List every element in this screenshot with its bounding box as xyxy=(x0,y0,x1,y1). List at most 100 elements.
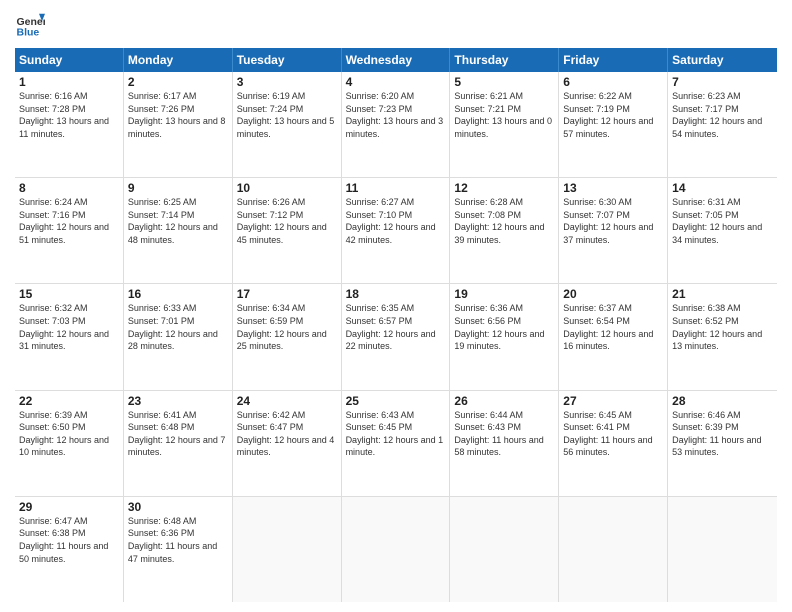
day-cell-14: 14 Sunrise: 6:31 AMSunset: 7:05 PMDayligh… xyxy=(668,178,777,283)
page: General Blue SundayMondayTuesdayWednesda… xyxy=(0,0,792,612)
day-cell-empty xyxy=(233,497,342,602)
cell-info: Sunrise: 6:41 AMSunset: 6:48 PMDaylight:… xyxy=(128,410,226,458)
day-cell-10: 10 Sunrise: 6:26 AMSunset: 7:12 PMDayligh… xyxy=(233,178,342,283)
day-number: 30 xyxy=(128,500,228,514)
day-cell-empty xyxy=(668,497,777,602)
cell-info: Sunrise: 6:39 AMSunset: 6:50 PMDaylight:… xyxy=(19,410,109,458)
day-cell-11: 11 Sunrise: 6:27 AMSunset: 7:10 PMDayligh… xyxy=(342,178,451,283)
cell-info: Sunrise: 6:35 AMSunset: 6:57 PMDaylight:… xyxy=(346,303,436,351)
cell-info: Sunrise: 6:42 AMSunset: 6:47 PMDaylight:… xyxy=(237,410,335,458)
day-number: 7 xyxy=(672,75,773,89)
cell-info: Sunrise: 6:19 AMSunset: 7:24 PMDaylight:… xyxy=(237,91,335,139)
day-number: 12 xyxy=(454,181,554,195)
calendar-row-4: 29Sunrise: 6:47 AMSunset: 6:38 PMDayligh… xyxy=(15,497,777,602)
day-number: 17 xyxy=(237,287,337,301)
day-cell-12: 12 Sunrise: 6:28 AMSunset: 7:08 PMDayligh… xyxy=(450,178,559,283)
day-number: 9 xyxy=(128,181,228,195)
cell-info: Sunrise: 6:30 AMSunset: 7:07 PMDaylight:… xyxy=(563,197,653,245)
cell-info: Sunrise: 6:16 AMSunset: 7:28 PMDaylight:… xyxy=(19,91,109,139)
day-number: 22 xyxy=(19,394,119,408)
day-cell-17: 17 Sunrise: 6:34 AMSunset: 6:59 PMDayligh… xyxy=(233,284,342,389)
cell-info: Sunrise: 6:47 AMSunset: 6:38 PMDaylight:… xyxy=(19,516,108,564)
cell-info: Sunrise: 6:22 AMSunset: 7:19 PMDaylight:… xyxy=(563,91,653,139)
cell-info: Sunrise: 6:28 AMSunset: 7:08 PMDaylight:… xyxy=(454,197,544,245)
cell-info: Sunrise: 6:20 AMSunset: 7:23 PMDaylight:… xyxy=(346,91,444,139)
calendar: SundayMondayTuesdayWednesdayThursdayFrid… xyxy=(15,48,777,602)
calendar-row-2: 15Sunrise: 6:32 AMSunset: 7:03 PMDayligh… xyxy=(15,284,777,390)
day-header-thursday: Thursday xyxy=(450,48,559,72)
day-header-tuesday: Tuesday xyxy=(233,48,342,72)
svg-text:Blue: Blue xyxy=(17,27,40,39)
day-number: 14 xyxy=(672,181,773,195)
day-number: 6 xyxy=(563,75,663,89)
cell-info: Sunrise: 6:24 AMSunset: 7:16 PMDaylight:… xyxy=(19,197,109,245)
day-header-saturday: Saturday xyxy=(668,48,777,72)
day-number: 10 xyxy=(237,181,337,195)
cell-info: Sunrise: 6:26 AMSunset: 7:12 PMDaylight:… xyxy=(237,197,327,245)
day-cell-empty xyxy=(450,497,559,602)
day-cell-empty xyxy=(559,497,668,602)
day-number: 18 xyxy=(346,287,446,301)
day-header-wednesday: Wednesday xyxy=(342,48,451,72)
day-cell-2: 2Sunrise: 6:17 AMSunset: 7:26 PMDaylight… xyxy=(124,72,233,177)
cell-info: Sunrise: 6:44 AMSunset: 6:43 PMDaylight:… xyxy=(454,410,543,458)
day-number: 4 xyxy=(346,75,446,89)
day-number: 11 xyxy=(346,181,446,195)
cell-info: Sunrise: 6:36 AMSunset: 6:56 PMDaylight:… xyxy=(454,303,544,351)
day-number: 19 xyxy=(454,287,554,301)
cell-info: Sunrise: 6:37 AMSunset: 6:54 PMDaylight:… xyxy=(563,303,653,351)
day-cell-24: 24 Sunrise: 6:42 AMSunset: 6:47 PMDayligh… xyxy=(233,391,342,496)
day-header-monday: Monday xyxy=(124,48,233,72)
day-header-friday: Friday xyxy=(559,48,668,72)
day-cell-22: 22 Sunrise: 6:39 AMSunset: 6:50 PMDayligh… xyxy=(15,391,124,496)
day-number: 1 xyxy=(19,75,119,89)
calendar-row-0: 1 Sunrise: 6:16 AMSunset: 7:28 PMDaylight… xyxy=(15,72,777,178)
day-cell-19: 19 Sunrise: 6:36 AMSunset: 6:56 PMDayligh… xyxy=(450,284,559,389)
cell-info: Sunrise: 6:43 AMSunset: 6:45 PMDaylight:… xyxy=(346,410,444,458)
day-cell-1: 1 Sunrise: 6:16 AMSunset: 7:28 PMDaylight… xyxy=(15,72,124,177)
day-cell-7: 7Sunrise: 6:23 AMSunset: 7:17 PMDaylight… xyxy=(668,72,777,177)
cell-info: Sunrise: 6:45 AMSunset: 6:41 PMDaylight:… xyxy=(563,410,652,458)
logo-icon: General Blue xyxy=(15,10,45,40)
day-cell-9: 9 Sunrise: 6:25 AMSunset: 7:14 PMDaylight… xyxy=(124,178,233,283)
day-header-sunday: Sunday xyxy=(15,48,124,72)
day-cell-29: 29Sunrise: 6:47 AMSunset: 6:38 PMDayligh… xyxy=(15,497,124,602)
day-number: 23 xyxy=(128,394,228,408)
calendar-row-1: 8 Sunrise: 6:24 AMSunset: 7:16 PMDaylight… xyxy=(15,178,777,284)
day-number: 27 xyxy=(563,394,663,408)
day-cell-30: 30Sunrise: 6:48 AMSunset: 6:36 PMDayligh… xyxy=(124,497,233,602)
cell-info: Sunrise: 6:33 AMSunset: 7:01 PMDaylight:… xyxy=(128,303,218,351)
header: General Blue xyxy=(15,10,777,40)
day-number: 8 xyxy=(19,181,119,195)
cell-info: Sunrise: 6:21 AMSunset: 7:21 PMDaylight:… xyxy=(454,91,552,139)
cell-info: Sunrise: 6:34 AMSunset: 6:59 PMDaylight:… xyxy=(237,303,327,351)
day-cell-6: 6 Sunrise: 6:22 AMSunset: 7:19 PMDaylight… xyxy=(559,72,668,177)
day-cell-26: 26Sunrise: 6:44 AMSunset: 6:43 PMDayligh… xyxy=(450,391,559,496)
calendar-body: 1 Sunrise: 6:16 AMSunset: 7:28 PMDaylight… xyxy=(15,72,777,602)
cell-info: Sunrise: 6:31 AMSunset: 7:05 PMDaylight:… xyxy=(672,197,762,245)
day-number: 2 xyxy=(128,75,228,89)
day-cell-8: 8 Sunrise: 6:24 AMSunset: 7:16 PMDaylight… xyxy=(15,178,124,283)
day-cell-5: 5 Sunrise: 6:21 AMSunset: 7:21 PMDaylight… xyxy=(450,72,559,177)
day-cell-21: 21 Sunrise: 6:38 AMSunset: 6:52 PMDayligh… xyxy=(668,284,777,389)
day-number: 5 xyxy=(454,75,554,89)
logo: General Blue xyxy=(15,10,45,40)
cell-info: Sunrise: 6:32 AMSunset: 7:03 PMDaylight:… xyxy=(19,303,109,351)
day-number: 24 xyxy=(237,394,337,408)
day-number: 25 xyxy=(346,394,446,408)
day-cell-15: 15Sunrise: 6:32 AMSunset: 7:03 PMDayligh… xyxy=(15,284,124,389)
cell-info: Sunrise: 6:38 AMSunset: 6:52 PMDaylight:… xyxy=(672,303,762,351)
cell-info: Sunrise: 6:25 AMSunset: 7:14 PMDaylight:… xyxy=(128,197,218,245)
day-cell-23: 23 Sunrise: 6:41 AMSunset: 6:48 PMDayligh… xyxy=(124,391,233,496)
day-number: 20 xyxy=(563,287,663,301)
calendar-row-3: 22 Sunrise: 6:39 AMSunset: 6:50 PMDayligh… xyxy=(15,391,777,497)
day-number: 3 xyxy=(237,75,337,89)
day-cell-3: 3 Sunrise: 6:19 AMSunset: 7:24 PMDaylight… xyxy=(233,72,342,177)
day-cell-20: 20 Sunrise: 6:37 AMSunset: 6:54 PMDayligh… xyxy=(559,284,668,389)
cell-info: Sunrise: 6:27 AMSunset: 7:10 PMDaylight:… xyxy=(346,197,436,245)
day-cell-4: 4 Sunrise: 6:20 AMSunset: 7:23 PMDaylight… xyxy=(342,72,451,177)
day-cell-13: 13Sunrise: 6:30 AMSunset: 7:07 PMDayligh… xyxy=(559,178,668,283)
day-cell-25: 25 Sunrise: 6:43 AMSunset: 6:45 PMDayligh… xyxy=(342,391,451,496)
day-number: 21 xyxy=(672,287,773,301)
calendar-header: SundayMondayTuesdayWednesdayThursdayFrid… xyxy=(15,48,777,72)
